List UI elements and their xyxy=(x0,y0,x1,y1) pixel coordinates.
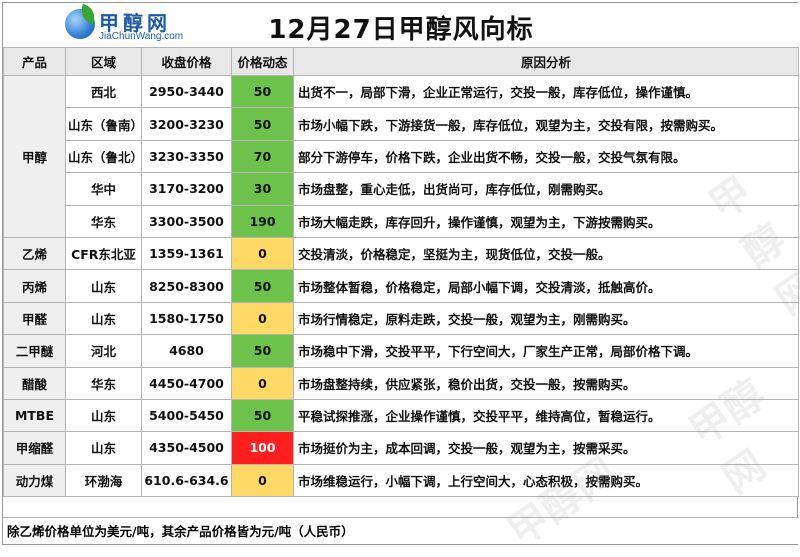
table-row: 甲醇 西北 2950-3440 50 出货不一，局部下滑，企业正常运行，交投一般，库存低… xyxy=(3,74,799,238)
cell-product: 醋酸 xyxy=(3,366,66,400)
cell-region: 西北 xyxy=(65,74,142,109)
cell-price: 4450-4700 xyxy=(141,366,232,400)
cell-dynamics: 70 xyxy=(231,139,294,174)
cell-reason: 平稳试探推涨，企业操作谨慎，交投平平，维持高位，暂稳运行。 xyxy=(293,398,799,433)
cell-reason: 市场稳中下滑，交投平平，下行空间大，厂家生产正常，局部价格下调。 xyxy=(293,334,799,368)
table-row: 丙烯 山东 8250-8300 50 市场整体暂稳，价格稳定，局部小幅下调，交投清淡，抵… xyxy=(3,269,799,303)
cell-price: 1580-1750 xyxy=(141,301,232,336)
table-row: 山东（鲁北） 3230-3350 70 部分下游停车，价格下跌，企业出货不畅，交投一般… xyxy=(4,139,799,174)
cell-price: 3170-3200 xyxy=(141,172,232,206)
cell-price: 3200-3230 xyxy=(141,107,232,141)
cell-price: 1359-1361 xyxy=(141,236,232,271)
col-header-reason: 原因分析 xyxy=(293,47,799,76)
cell-dynamics: 0 xyxy=(231,236,294,271)
col-header-region: 区域 xyxy=(65,47,142,76)
cell-price: 4350-4500 xyxy=(141,431,232,465)
cell-reason: 交投清淡，价格稳定，坚挺为主，现货低位，交投一般。 xyxy=(293,236,799,271)
cell-reason: 部分下游停车，价格下跌，企业出货不畅，交投一般，交投气氛有限。 xyxy=(293,139,799,174)
table-row: 醋酸 华东 4450-4700 0 市场盘整持续，供应紧张，稳价出货，交投一般，按需购买… xyxy=(3,366,799,400)
cell-reason: 市场维稳运行，小幅下调，上行空间大，心态积极，按需购买。 xyxy=(293,463,799,498)
footer-note: 除乙烯价格单位为美元/吨，其余产品价格皆为元/吨（人民币） xyxy=(3,517,799,544)
cell-price: 2950-3440 xyxy=(141,74,232,109)
cell-product: 丙烯 xyxy=(3,269,66,303)
cell-region: 环渤海 xyxy=(65,463,142,498)
cell-region: 山东 xyxy=(65,269,142,303)
col-header-price: 收盘价格 xyxy=(141,47,232,76)
cell-price: 8250-8300 xyxy=(141,269,232,303)
cell-region: 河北 xyxy=(65,334,142,368)
table-row: 二甲醚 河北 4680 50 市场稳中下滑，交投平平，下行空间大，厂家生产正常，局部价格… xyxy=(3,334,799,368)
cell-product: 甲缩醛 xyxy=(3,431,66,465)
cell-product: 甲醇 xyxy=(3,75,66,238)
cell-dynamics: 50 xyxy=(231,269,294,303)
cell-reason: 市场盘整持续，供应紧张，稳价出货，交投一般，按需购买。 xyxy=(293,366,799,400)
cell-region: 山东（鲁北） xyxy=(65,139,142,174)
cell-dynamics: 0 xyxy=(231,463,294,498)
cell-reason: 出货不一，局部下滑，企业正常运行，交投一般，库存低位，操作谨慎。 xyxy=(293,74,799,109)
cell-dynamics: 100 xyxy=(231,431,294,465)
table-row: 乙烯 CFR东北亚 1359-1361 0 交投清淡，价格稳定，坚挺为主，现货低位，交投… xyxy=(3,236,799,271)
cell-region: 山东（鲁南） xyxy=(65,107,142,141)
table-row: 甲缩醛 山东 4350-4500 100 市场挺价为主，成本回调，交投一般，观望为主，按… xyxy=(3,431,799,465)
table-row: 甲醛 山东 1580-1750 0 市场行情稳定，原料走跌，交投一般，观望为主，刚需购买… xyxy=(3,301,799,336)
table-body: 甲醇 西北 2950-3440 50 出货不一，局部下滑，企业正常运行，交投一般，库存低… xyxy=(3,74,799,498)
cell-region: 山东 xyxy=(65,431,142,465)
cell-price: 3230-3350 xyxy=(141,139,232,174)
table-row: 山东（鲁南） 3200-3230 50 市场小幅下跌，下游接货一般，库存低位，观望为主… xyxy=(4,107,799,141)
table-header-row: 产品 区域 收盘价格 价格动态 原因分析 xyxy=(3,47,799,76)
col-header-product: 产品 xyxy=(3,47,66,76)
cell-reason: 市场行情稳定，原料走跌，交投一般，观望为主，刚需购买。 xyxy=(293,301,799,336)
cell-product: 甲醛 xyxy=(3,301,66,336)
cell-dynamics: 30 xyxy=(231,172,294,206)
col-header-dynamics: 价格动态 xyxy=(231,47,294,76)
header: 甲醇网 JiaChunWang.com 12月27日甲醇风向标 xyxy=(3,3,799,47)
table-row: MTBE 山东 5400-5450 50 平稳试探推涨，企业操作谨慎，交投平平，维持高位… xyxy=(3,398,799,433)
cell-region: 山东 xyxy=(65,301,142,336)
cell-product: 乙烯 xyxy=(3,236,66,271)
cell-reason: 市场盘整，重心走低，出货尚可，库存低位，刚需购买。 xyxy=(293,172,799,206)
cell-price: 4680 xyxy=(141,334,232,368)
cell-price: 5400-5450 xyxy=(141,398,232,433)
cell-reason: 市场小幅下跌，下游接货一般，库存低位，观望为主，交投有限，按需购买。 xyxy=(293,107,799,141)
cell-product: MTBE xyxy=(3,398,66,433)
cell-dynamics: 50 xyxy=(231,398,294,433)
cell-region: 华东 xyxy=(65,204,142,238)
cell-price: 3300-3500 xyxy=(141,204,232,238)
cell-dynamics: 0 xyxy=(231,366,294,400)
cell-reason: 市场整体暂稳，价格稳定，局部小幅下调，交投清淡，抵触高价。 xyxy=(293,269,799,303)
table-row: 华东 3300-3500 190 市场大幅走跌，库存回升，操作谨慎，观望为主，下游按需… xyxy=(4,204,799,238)
table-row: 动力煤 环渤海 610.6-634.6 0 市场维稳运行，小幅下调，上行空间大，心态积极… xyxy=(3,463,799,498)
cell-dynamics: 0 xyxy=(231,301,294,336)
cell-region: 山东 xyxy=(65,398,142,433)
cell-reason: 市场挺价为主，成本回调，交投一般，观望为主，按需采买。 xyxy=(293,431,799,465)
cell-dynamics: 50 xyxy=(231,334,294,368)
cell-price: 610.6-634.6 xyxy=(141,463,232,498)
cell-product: 二甲醚 xyxy=(3,334,66,368)
cell-dynamics: 190 xyxy=(231,204,294,238)
page-title: 12月27日甲醇风向标 xyxy=(268,15,534,45)
cell-region: 华中 xyxy=(65,172,142,206)
document-frame: 甲醇网 JiaChunWang.com 12月27日甲醇风向标 产品 区域 收盘… xyxy=(2,2,799,545)
table-row: 华中 3170-3200 30 市场盘整，重心走低，出货尚可，库存低位，刚需购买。 xyxy=(4,172,799,206)
cell-region: CFR东北亚 xyxy=(65,236,142,271)
cell-reason: 市场大幅走跌，库存回升，操作谨慎，观望为主，下游按需购买。 xyxy=(293,204,799,238)
price-table: 产品 区域 收盘价格 价格动态 原因分析 甲醇 西北 2950-3440 50 出货不一… xyxy=(3,47,799,498)
cell-dynamics: 50 xyxy=(231,74,294,109)
cell-dynamics: 50 xyxy=(231,107,294,141)
cell-region: 华东 xyxy=(65,366,142,400)
cell-product: 动力煤 xyxy=(3,463,66,498)
